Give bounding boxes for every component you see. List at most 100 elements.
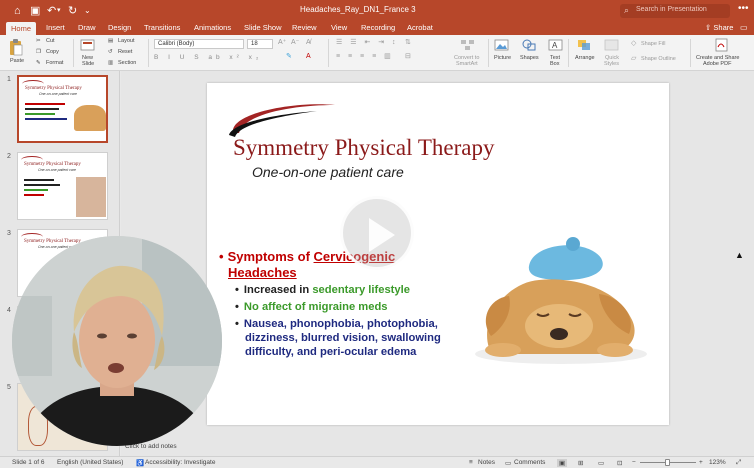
comments-button[interactable]: Comments: [514, 459, 545, 466]
language-status[interactable]: English (United States): [57, 459, 123, 466]
video-play-button[interactable]: [340, 196, 414, 270]
increase-font-icon[interactable]: A⁺: [278, 39, 286, 46]
tab-animations[interactable]: Animations: [194, 23, 231, 32]
zoom-slider-handle[interactable]: [665, 459, 670, 466]
slide-thumbnail-1[interactable]: Symmetry Physical Therapy One-on-one pat…: [17, 75, 108, 143]
accessibility-status[interactable]: Accessibility: Investigate: [145, 459, 215, 466]
highlight-icon[interactable]: ✎: [286, 53, 292, 60]
adobe-pdf-label-2[interactable]: Adobe PDF: [703, 61, 731, 67]
zoom-level[interactable]: 123%: [709, 459, 726, 466]
notes-icon: ≡: [469, 459, 473, 466]
bullet-migraine: • No affect of migraine meds: [235, 301, 388, 313]
undo-dropdown-icon[interactable]: ▾: [57, 4, 61, 18]
bullet-sedentary: • Increased in sedentary lifestyle: [235, 284, 410, 296]
clear-format-icon[interactable]: A̸: [306, 39, 311, 46]
shapes-icon[interactable]: [521, 38, 537, 52]
format-buttons[interactable]: B I U S ab x² x₂: [154, 54, 262, 61]
bullet-symptoms: • Nausea, phonophobia, photophobia,: [235, 318, 438, 330]
shape-fill-label[interactable]: Shape Fill: [641, 41, 665, 47]
shape-outline-icon[interactable]: ▱: [631, 55, 636, 62]
smartart-icon[interactable]: [460, 38, 476, 52]
arrange-icon[interactable]: [577, 38, 593, 52]
bullet2-text: No affect of migraine meds: [243, 301, 388, 313]
format-painter-label[interactable]: Format: [46, 60, 63, 66]
reset-icon[interactable]: ↺: [108, 49, 113, 55]
tab-recording[interactable]: Recording: [361, 23, 395, 32]
share-button[interactable]: ⇧ Share: [705, 23, 733, 32]
thumbnail-number: 4: [7, 307, 11, 314]
format-painter-icon[interactable]: ✎: [36, 60, 41, 66]
convert-smartart-label-2[interactable]: SmartArt: [456, 61, 478, 67]
thumbnail-number: 3: [7, 230, 11, 237]
tab-view[interactable]: View: [331, 23, 347, 32]
picture-icon[interactable]: [494, 38, 510, 52]
shape-outline-label[interactable]: Shape Outline: [641, 56, 676, 62]
undo-icon[interactable]: ↶: [47, 4, 56, 18]
thumbnail-title: Symmetry Physical Therapy: [24, 239, 81, 244]
tab-design[interactable]: Design: [108, 23, 131, 32]
new-slide-label-2[interactable]: Slide: [82, 61, 94, 67]
redo-icon[interactable]: ↻: [68, 4, 77, 18]
cut-label[interactable]: Cut: [46, 38, 55, 44]
zoom-out-icon[interactable]: −: [632, 459, 636, 466]
tab-slide-show[interactable]: Slide Show: [244, 23, 282, 32]
textbox-icon[interactable]: A: [548, 38, 564, 52]
reset-label[interactable]: Reset: [118, 49, 132, 55]
adobe-pdf-icon[interactable]: [714, 38, 730, 52]
tab-transitions[interactable]: Transitions: [144, 23, 180, 32]
logo-swoosh: [229, 104, 335, 137]
home-icon[interactable]: ⌂: [14, 4, 21, 18]
separator: [690, 39, 691, 67]
powerpoint-window: ⌂ ▣ ↶ ▾ ↻ ⌄ Headaches_Ray_DN1_France 3 ⌕…: [0, 0, 754, 468]
slide-sorter-icon[interactable]: ⊞: [578, 459, 583, 467]
textbox-label-2[interactable]: Box: [550, 61, 559, 67]
save-icon[interactable]: ▣: [30, 4, 40, 18]
tab-insert[interactable]: Insert: [46, 23, 65, 32]
fit-to-window-icon[interactable]: ⤢: [736, 459, 741, 467]
font-size-select[interactable]: 18: [247, 39, 273, 49]
font-color-icon[interactable]: A: [306, 53, 311, 60]
quick-styles-icon[interactable]: [604, 38, 620, 52]
text-direction-icon[interactable]: ⇅: [405, 39, 411, 46]
slide-thumbnail-2[interactable]: Symmetry Physical Therapy One-on-one pat…: [17, 152, 108, 220]
shapes-label[interactable]: Shapes: [520, 55, 539, 61]
shape-fill-icon[interactable]: ◇: [631, 40, 636, 47]
picture-label[interactable]: Picture: [494, 55, 511, 61]
current-slide[interactable]: Symmetry Physical Therapy One-on-one pat…: [207, 83, 669, 425]
tab-review[interactable]: Review: [292, 23, 317, 32]
heading-text: Symptoms of: [227, 249, 314, 264]
play-icon: [369, 218, 395, 252]
decrease-font-icon[interactable]: A⁻: [291, 39, 299, 46]
comments-icon[interactable]: ▭: [740, 23, 748, 32]
reading-view-icon[interactable]: ▭: [598, 459, 604, 467]
copy-icon[interactable]: ❐: [36, 49, 41, 55]
quick-styles-label-2[interactable]: Styles: [604, 61, 619, 67]
section-icon[interactable]: ▥: [108, 60, 113, 66]
copy-label[interactable]: Copy: [46, 49, 59, 55]
slide-show-icon[interactable]: ⊡: [617, 459, 622, 467]
font-name-select[interactable]: Calibri (Body): [154, 39, 244, 49]
align-text-icon[interactable]: ⊟: [405, 53, 411, 60]
layout-label[interactable]: Layout: [118, 38, 135, 44]
layout-icon[interactable]: ▤: [108, 38, 113, 44]
search-input[interactable]: ⌕ Search in Presentation: [620, 4, 730, 18]
paste-label[interactable]: Paste: [10, 58, 24, 64]
tab-acrobat[interactable]: Acrobat: [407, 23, 433, 32]
more-options-icon[interactable]: •••: [738, 3, 749, 14]
cut-icon[interactable]: ✂: [36, 38, 41, 44]
notes-button[interactable]: Notes: [478, 459, 495, 466]
paste-icon[interactable]: [8, 38, 24, 56]
zoom-in-icon[interactable]: +: [699, 459, 703, 466]
section-label[interactable]: Section: [118, 60, 136, 66]
align-buttons[interactable]: ≡ ≡ ≡ ≡ ▥: [336, 53, 394, 60]
thumbnail-dog-image: [74, 105, 106, 131]
list-buttons[interactable]: ☰ ☰ ⇤ ⇥ ↕: [336, 39, 399, 46]
new-slide-icon[interactable]: [80, 38, 96, 52]
arrange-label[interactable]: Arrange: [575, 55, 595, 61]
thumbnail-title: Symmetry Physical Therapy: [24, 162, 81, 167]
tab-home[interactable]: Home: [6, 22, 37, 35]
normal-view-icon[interactable]: ▣: [557, 459, 568, 467]
tab-draw[interactable]: Draw: [78, 23, 96, 32]
customize-toolbar-icon[interactable]: ⌄: [84, 4, 91, 18]
slide-title: Symmetry Physical Therapy: [233, 135, 495, 160]
